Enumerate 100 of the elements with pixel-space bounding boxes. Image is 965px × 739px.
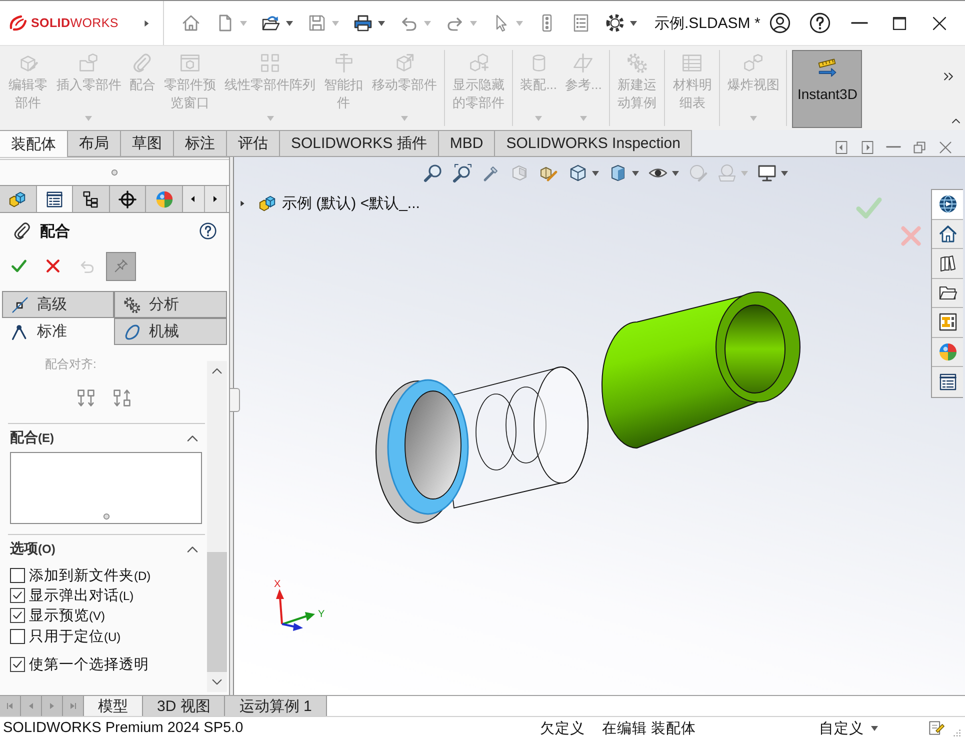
more-commands-button[interactable]: [942, 70, 955, 83]
checkbox[interactable]: [10, 656, 25, 672]
user-icon: [769, 12, 792, 34]
checkbox-label: 显示预览(V): [29, 607, 105, 626]
property-list-icon: [938, 372, 958, 392]
tree-item[interactable]: 示例 (默认) <默认_...: [238, 194, 420, 213]
ruler-document-icon[interactable]: [927, 719, 945, 737]
instant3d-button[interactable]: Instant3D: [792, 50, 862, 128]
checkbox[interactable]: [10, 628, 25, 644]
resize-grip-icon: [951, 726, 962, 738]
sheet-tab[interactable]: 模型: [84, 696, 143, 716]
cube-icon: [568, 163, 588, 183]
flanged-sleeve-drawing[interactable]: [376, 366, 588, 524]
crosshair-icon: [118, 190, 138, 208]
panel-arrow-left-icon: [834, 140, 849, 154]
mate-type-tab[interactable]: 分析: [114, 291, 227, 318]
task-pane-tab[interactable]: [932, 220, 963, 249]
minimize-icon: [851, 22, 868, 24]
splitter-handle[interactable]: [230, 388, 240, 412]
bolt-icon: [332, 52, 355, 74]
definition-status: 欠定义: [540, 720, 586, 738]
axis-label: X: [274, 579, 281, 590]
help-button[interactable]: [199, 222, 217, 240]
opposed-arrows-icon: [110, 387, 132, 409]
panel-tab[interactable]: [73, 186, 110, 212]
help-icon: [199, 222, 217, 240]
assembly-cube-icon: [258, 194, 277, 213]
gear-icon: [605, 13, 626, 33]
task-pane-tab[interactable]: [932, 278, 963, 308]
units-button[interactable]: 自定义: [819, 718, 871, 738]
pushpin-icon: [113, 258, 129, 274]
skip-end-icon: [68, 701, 78, 711]
checkbox[interactable]: [10, 568, 25, 583]
folder-arrow-icon: [261, 13, 282, 33]
checkbox[interactable]: [10, 588, 25, 603]
ribbon-tab[interactable]: 布局: [68, 130, 121, 156]
section-title: 配合(E): [10, 429, 54, 447]
plane-axis-icon: [572, 52, 594, 74]
globe-icon: [938, 194, 958, 214]
close-icon: [938, 140, 953, 154]
assembly-cube-icon: [8, 190, 28, 208]
sheet-tab[interactable]: 运动算例 1: [225, 696, 327, 716]
cancel-button[interactable]: [44, 257, 62, 275]
aligned-arrows-icon: [74, 387, 96, 409]
scrollbar-thumb[interactable]: [207, 552, 227, 672]
property-list-icon: [44, 190, 64, 208]
expand-triangle-icon[interactable]: [238, 199, 247, 208]
chevron-up-icon: [951, 116, 961, 126]
panel-tab[interactable]: [0, 186, 37, 212]
hexagons-icon: [742, 52, 764, 74]
task-pane-tab[interactable]: [932, 308, 963, 338]
tube-drawing[interactable]: [602, 292, 800, 448]
double-chevron-icon: [942, 70, 955, 83]
square-slash-icon: [11, 296, 29, 314]
mate-type-tab[interactable]: 机械: [114, 318, 227, 345]
axis-label: Y: [318, 609, 325, 620]
paperclip-icon: [131, 52, 154, 74]
sheet-tab[interactable]: 3D 视图: [143, 696, 226, 716]
checkbox[interactable]: [10, 608, 25, 624]
minimize-icon: [886, 146, 901, 148]
monitor-icon: [757, 163, 777, 183]
sphere-floor-icon: [717, 163, 737, 183]
printer-icon: [353, 13, 374, 33]
table-icon: [681, 52, 704, 74]
task-pane-tab[interactable]: [932, 367, 963, 396]
z-axis-arrow: [282, 623, 303, 631]
hexagons-plus-icon: [468, 52, 490, 74]
mates-list-field[interactable]: [10, 452, 202, 524]
ribbon-tab[interactable]: MBD: [438, 130, 496, 156]
section-title: 选项(O): [10, 540, 56, 558]
compass-icon: [11, 322, 29, 340]
collapse-ribbon-button[interactable]: [951, 116, 961, 126]
house-icon: [938, 224, 958, 244]
ribbon-tab[interactable]: 标注: [174, 130, 227, 156]
ribbon-tab[interactable]: SOLIDWORKS Inspection: [495, 130, 692, 156]
checkbox-label: 显示弹出对话(L): [29, 586, 134, 605]
document-title: 示例.SLDASM *: [654, 14, 760, 32]
ribbon-tab[interactable]: SOLIDWORKS 插件: [280, 130, 439, 156]
anti-aligned-button[interactable]: [110, 387, 132, 409]
tree-diagram-icon: [81, 190, 100, 208]
ribbon-tab[interactable]: 草图: [121, 130, 174, 156]
ribbon-tab[interactable]: 评估: [227, 130, 280, 156]
panel-title: 配合: [40, 222, 70, 240]
sphere-pencil-icon: [688, 163, 708, 183]
right-triangle-icon: [142, 18, 152, 28]
skip-start-icon: [5, 701, 15, 711]
panel-tab[interactable]: [110, 186, 146, 212]
checkbox-label: 添加到新文件夹(D): [29, 566, 151, 585]
aligned-button[interactable]: [74, 387, 96, 409]
vertical-scrollbar[interactable]: [207, 361, 227, 692]
ok-button[interactable]: [10, 257, 28, 275]
magnifier-frame-icon: [452, 163, 472, 183]
maximize-icon: [890, 14, 908, 32]
restore-icon: [912, 140, 927, 154]
ribbon-tab[interactable]: 装配体: [0, 130, 68, 157]
check-icon: [10, 257, 28, 275]
task-pane-tab[interactable]: [932, 190, 963, 220]
help-icon: [808, 12, 831, 34]
mate-type-tab[interactable]: 高级: [2, 291, 114, 318]
task-pane-tab[interactable]: [932, 249, 963, 278]
